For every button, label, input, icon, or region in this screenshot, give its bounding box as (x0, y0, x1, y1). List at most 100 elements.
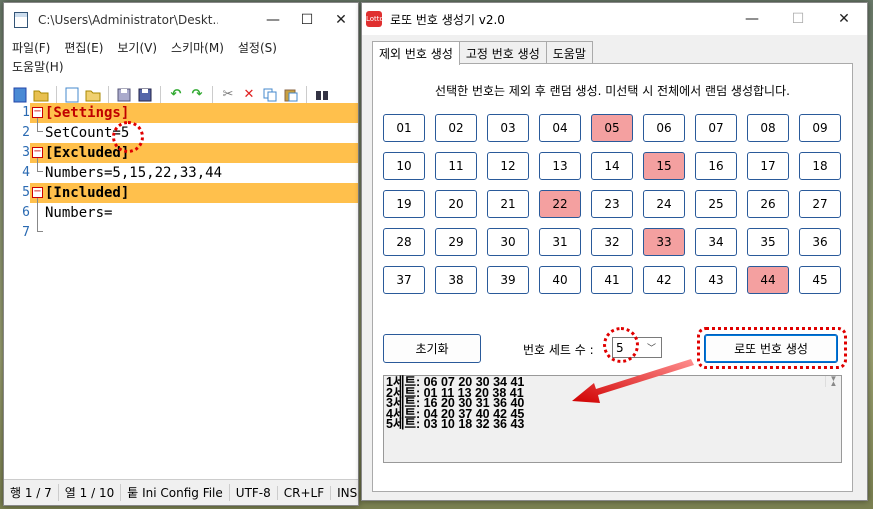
line-number: 6 (22, 205, 30, 220)
menu-view[interactable]: 보기(V) (117, 41, 157, 55)
paste-icon[interactable] (282, 86, 300, 104)
number-button-43[interactable]: 43 (695, 266, 737, 294)
number-button-27[interactable]: 27 (799, 190, 841, 218)
menu-help[interactable]: 도움말(H) (12, 60, 64, 74)
number-button-42[interactable]: 42 (643, 266, 685, 294)
lotto-minimize-button[interactable]: — (729, 2, 775, 36)
number-button-44[interactable]: 44 (747, 266, 789, 294)
number-button-28[interactable]: 28 (383, 228, 425, 256)
number-button-16[interactable]: 16 (695, 152, 737, 180)
number-button-17[interactable]: 17 (747, 152, 789, 180)
reset-button[interactable]: 초기화 (383, 334, 481, 363)
editor-line: [Included] (45, 185, 130, 201)
number-button-06[interactable]: 06 (643, 114, 685, 142)
number-button-34[interactable]: 34 (695, 228, 737, 256)
notepad-maximize-button[interactable]: ☐ (290, 3, 324, 37)
number-button-36[interactable]: 36 (799, 228, 841, 256)
number-button-02[interactable]: 02 (435, 114, 477, 142)
editor-line: Numbers= (45, 205, 113, 221)
menu-settings[interactable]: 설정(S) (238, 41, 277, 55)
delete-icon[interactable]: ✕ (240, 86, 258, 104)
lotto-maximize-button[interactable]: ☐ (775, 2, 821, 36)
lotto-app-icon: Lotto (366, 11, 384, 27)
lotto-close-button[interactable]: ✕ (821, 2, 867, 36)
number-button-35[interactable]: 35 (747, 228, 789, 256)
redo-icon[interactable]: ↷ (188, 86, 206, 104)
number-button-11[interactable]: 11 (435, 152, 477, 180)
number-button-18[interactable]: 18 (799, 152, 841, 180)
open-file-icon[interactable] (84, 86, 102, 104)
number-button-24[interactable]: 24 (643, 190, 685, 218)
blank-icon[interactable] (63, 86, 81, 104)
tab-help[interactable]: 도움말 (545, 41, 593, 64)
menu-file[interactable]: 파일(F) (12, 41, 50, 55)
number-button-30[interactable]: 30 (487, 228, 529, 256)
editor-line: [Settings] (45, 105, 130, 121)
number-button-10[interactable]: 10 (383, 152, 425, 180)
number-button-38[interactable]: 38 (435, 266, 477, 294)
menu-edit[interactable]: 편집(E) (64, 41, 103, 55)
number-button-13[interactable]: 13 (539, 152, 581, 180)
line-number: 3 (22, 145, 30, 160)
number-button-32[interactable]: 32 (591, 228, 633, 256)
number-button-08[interactable]: 08 (747, 114, 789, 142)
line-number: 7 (22, 225, 30, 240)
status-scheme: 퉅 Ini Config File (121, 484, 230, 501)
lotto-window: Lotto 로또 번호 생성기 v2.0 — ☐ ✕ 제외 번호 생성 고정 번… (361, 2, 868, 501)
undo-icon[interactable]: ↶ (167, 86, 185, 104)
menu-schema[interactable]: 스키마(M) (171, 41, 224, 55)
line-number: 1 (22, 105, 30, 120)
number-button-45[interactable]: 45 (799, 266, 841, 294)
notepad-minimize-button[interactable]: — (256, 3, 290, 37)
number-button-23[interactable]: 23 (591, 190, 633, 218)
number-button-05[interactable]: 05 (591, 114, 633, 142)
number-button-33[interactable]: 33 (643, 228, 685, 256)
output-scrollbar[interactable]: ▲ ▼ (825, 374, 841, 388)
line-number: 2 (22, 125, 30, 140)
number-button-19[interactable]: 19 (383, 190, 425, 218)
notepad-app-icon (14, 12, 28, 28)
number-button-15[interactable]: 15 (643, 152, 685, 180)
editor-line: Numbers=5,15,22,33,44 (45, 165, 223, 181)
fold-collapse-icon[interactable]: − (32, 107, 43, 118)
number-button-26[interactable]: 26 (747, 190, 789, 218)
number-button-09[interactable]: 09 (799, 114, 841, 142)
number-button-01[interactable]: 01 (383, 114, 425, 142)
status-column: 열 1 / 10 (59, 484, 122, 501)
number-button-21[interactable]: 21 (487, 190, 529, 218)
find-icon[interactable] (313, 86, 331, 104)
exclude-panel: 선택한 번호는 제외 후 랜덤 생성. 미선택 시 전체에서 랜덤 생성합니다.… (372, 63, 853, 492)
save-all-icon[interactable] (136, 86, 154, 104)
number-button-03[interactable]: 03 (487, 114, 529, 142)
fold-collapse-icon[interactable]: − (32, 187, 43, 198)
fold-collapse-icon[interactable]: − (32, 147, 43, 158)
number-button-07[interactable]: 07 (695, 114, 737, 142)
cut-icon[interactable]: ✂ (219, 86, 237, 104)
status-eol: CR+LF (278, 485, 332, 500)
copy-icon[interactable] (261, 86, 279, 104)
tab-bar: 제외 번호 생성 고정 번호 생성 도움말 (372, 41, 593, 65)
annotation-arrow (572, 359, 694, 403)
number-button-41[interactable]: 41 (591, 266, 633, 294)
tab-exclude[interactable]: 제외 번호 생성 (372, 41, 460, 65)
number-button-12[interactable]: 12 (487, 152, 529, 180)
number-button-14[interactable]: 14 (591, 152, 633, 180)
number-button-29[interactable]: 29 (435, 228, 477, 256)
line-number: 4 (22, 165, 30, 180)
highlight-circle (112, 121, 144, 153)
save-icon[interactable] (115, 86, 133, 104)
number-button-40[interactable]: 40 (539, 266, 581, 294)
open-icon[interactable] (32, 86, 50, 104)
tab-fixed[interactable]: 고정 번호 생성 (458, 41, 547, 64)
number-button-20[interactable]: 20 (435, 190, 477, 218)
new-icon[interactable] (11, 86, 29, 104)
scroll-down-icon[interactable]: ▼ (826, 371, 841, 387)
number-button-25[interactable]: 25 (695, 190, 737, 218)
number-button-37[interactable]: 37 (383, 266, 425, 294)
notepad-close-button[interactable]: ✕ (324, 3, 358, 37)
number-button-22[interactable]: 22 (539, 190, 581, 218)
number-button-39[interactable]: 39 (487, 266, 529, 294)
number-button-04[interactable]: 04 (539, 114, 581, 142)
number-button-31[interactable]: 31 (539, 228, 581, 256)
notepad-editor[interactable]: 1 2 3 4 5 6 7 − − − [Settings] SetCount=… (4, 103, 358, 481)
